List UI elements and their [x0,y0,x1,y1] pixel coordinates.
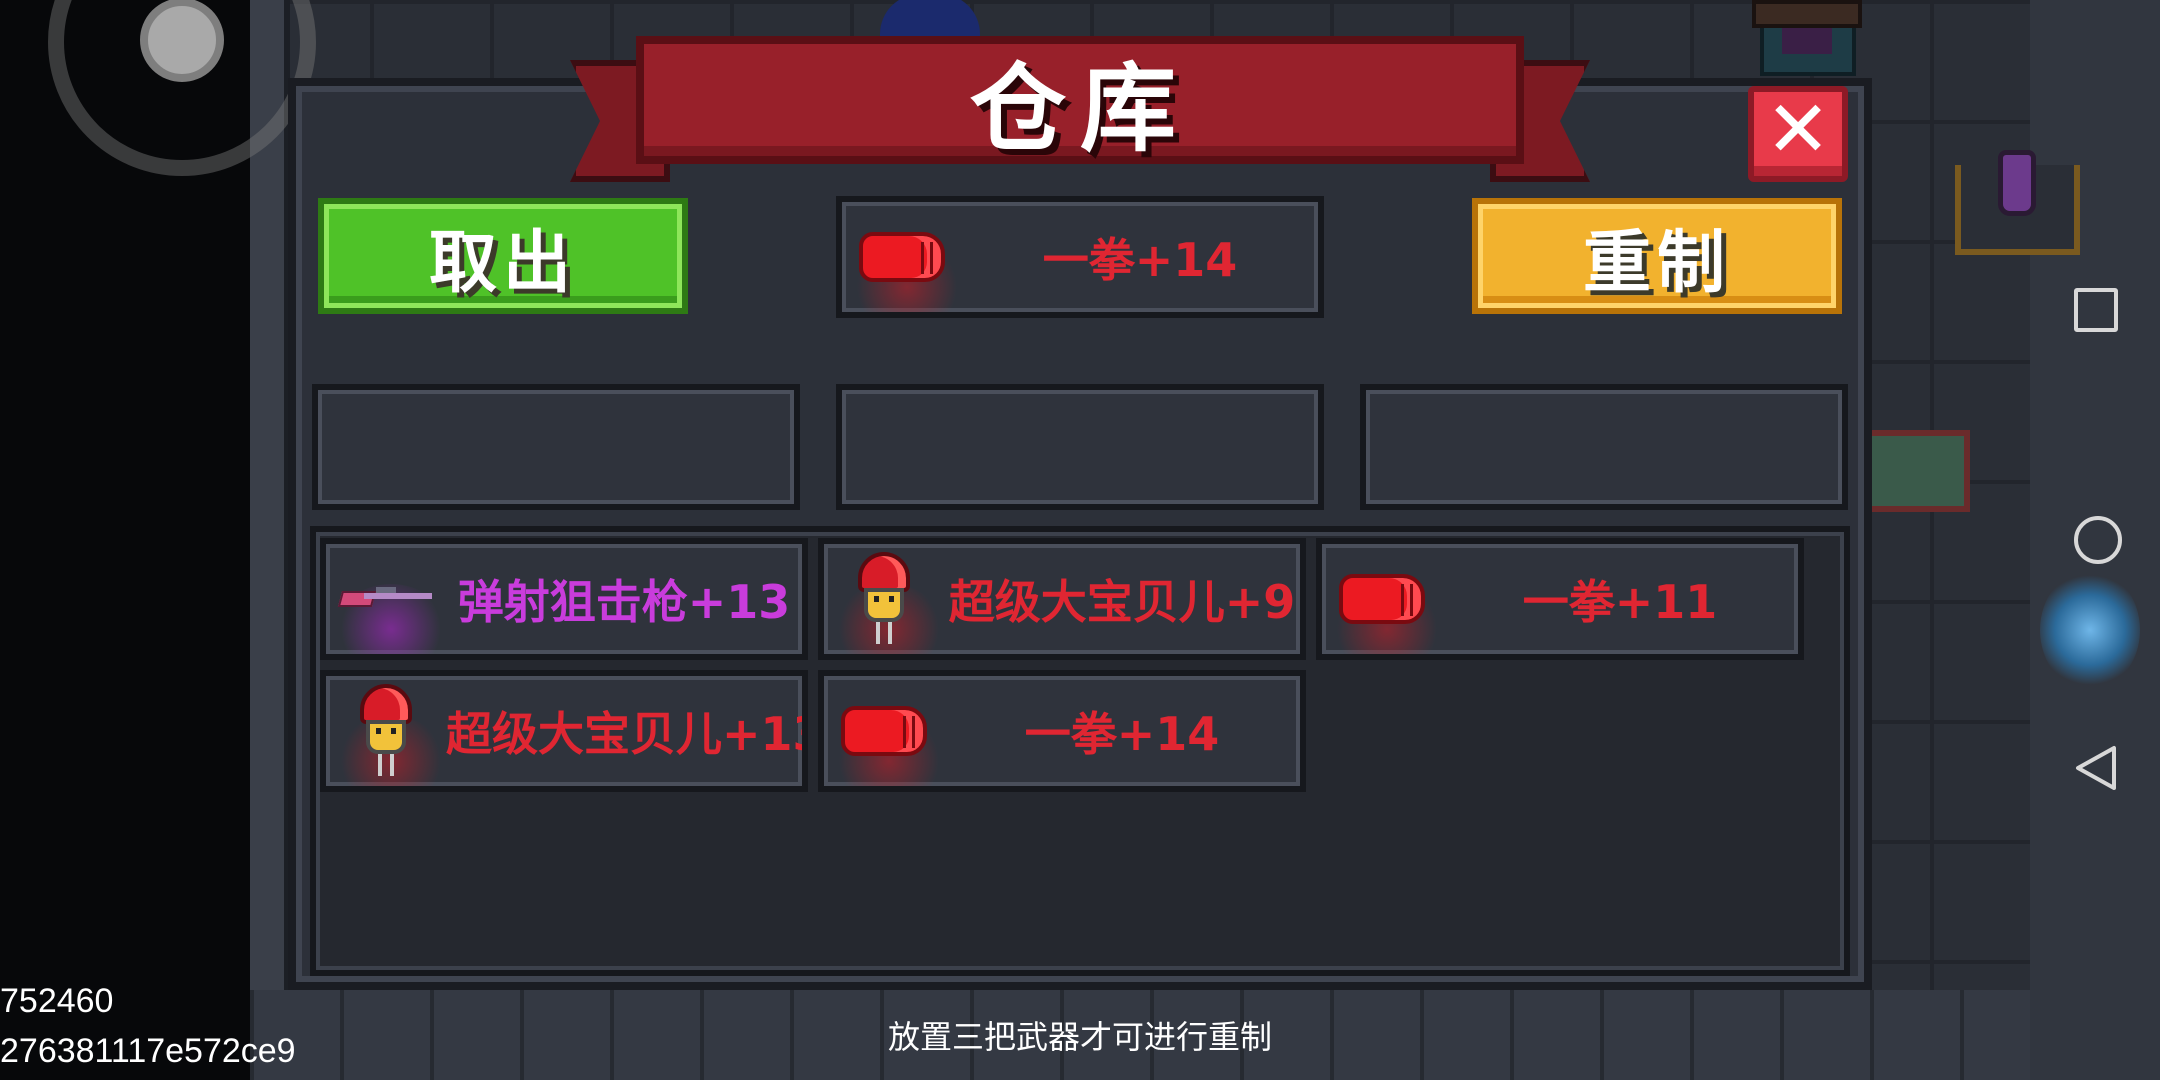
red-fist-icon [859,232,945,282]
weapon-icon-wrap [824,544,944,654]
sniper-rifle-icon [337,587,432,611]
joystick-knob[interactable] [140,0,224,82]
remake-slot-3[interactable] [1360,384,1848,510]
weapon-name: 超级大宝贝儿+13 [446,707,808,761]
red-fist-icon [1339,574,1425,624]
warehouse-title-banner: 仓库 [636,36,1524,165]
weapon-name: 弹射狙击枪+13 [457,575,791,629]
potion-icon [1998,150,2036,216]
red-fist-icon [841,706,927,756]
back-triangle-icon[interactable] [2074,744,2118,792]
weapon-icon-wrap [1322,544,1442,654]
remake-label: 重制 [1582,223,1731,303]
baby-bomb-icon [356,684,416,778]
result-item-icon-wrap [842,202,962,312]
warehouse-title: 仓库 [970,52,1190,165]
weapon-name: 一拳+14 [1024,707,1220,761]
npc-hat [1752,0,1862,28]
weapon-icon-wrap [824,676,944,786]
dungeon-wall [250,0,290,1080]
npc-face [1782,24,1832,54]
blue-flame-icon [2040,570,2140,690]
recents-square-icon[interactable] [2074,288,2118,332]
weapon-name: 一拳+11 [1522,575,1718,629]
green-crate [1855,430,1970,512]
remake-slot-2[interactable] [836,384,1324,510]
weapon-icon-wrap [326,676,446,786]
weapon-slot-5[interactable]: 一拳+14 [818,670,1306,792]
remake-button[interactable]: 重制 [1472,198,1842,314]
weapon-slot-1[interactable]: 弹射狙击枪+13 [320,538,808,660]
weapon-name: 超级大宝贝儿+9 [948,575,1296,629]
home-circle-icon[interactable] [2074,516,2122,564]
weapon-icon-wrap [326,544,446,654]
take-out-button[interactable]: 取出 [318,198,688,314]
close-button[interactable]: ✕ [1748,86,1848,182]
weapon-slot-3[interactable]: 一拳+11 [1316,538,1804,660]
baby-bomb-icon [854,552,914,646]
result-item-name: 一拳+14 [1042,233,1238,287]
weapon-slot-2[interactable]: 超级大宝贝儿+9 [818,538,1306,660]
remake-slot-1[interactable] [312,384,800,510]
result-slot[interactable]: 一拳+14 [836,196,1324,318]
player-character [880,0,980,40]
take-out-label: 取出 [428,223,577,303]
remake-hint: 放置三把武器才可进行重制 [887,1018,1272,1056]
weapon-slot-4[interactable]: 超级大宝贝儿+13 [320,670,808,792]
close-icon: ✕ [1765,85,1831,175]
